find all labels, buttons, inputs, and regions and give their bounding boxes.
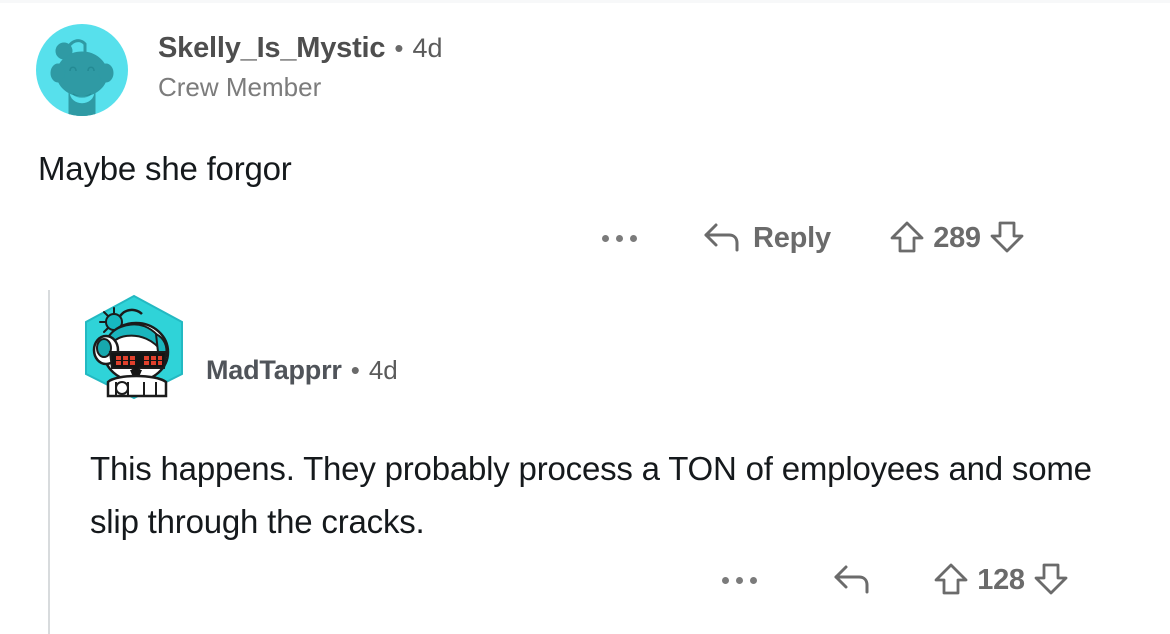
- downvote-button[interactable]: [987, 217, 1027, 260]
- comment-thread-page: Skelly_Is_Mystic • 4d Crew Member Maybe …: [0, 0, 1170, 634]
- more-options-icon[interactable]: [712, 569, 767, 592]
- author-flair: Crew Member: [158, 72, 322, 102]
- reply-button[interactable]: Reply: [693, 214, 841, 263]
- downvote-button[interactable]: [1031, 559, 1071, 602]
- upvote-button[interactable]: [931, 559, 971, 602]
- reply-author-username[interactable]: MadTapprr: [206, 355, 342, 386]
- root-comment-body: Maybe she forgor: [38, 150, 292, 187]
- thread-collapse-line[interactable]: [48, 290, 50, 634]
- robot-snoo-avatar[interactable]: [78, 290, 190, 402]
- vote-count: 289: [933, 222, 981, 254]
- nested-reply-meta: MadTapprr • 4d: [206, 355, 398, 386]
- comment-timestamp: 4d: [412, 33, 443, 63]
- vote-group: 289: [887, 217, 1027, 260]
- downvote-arrow-icon: [987, 217, 1027, 260]
- top-divider: [0, 0, 1170, 3]
- root-comment-actions: Reply 289: [592, 214, 1027, 263]
- reply-meta-separator: •: [350, 354, 360, 385]
- more-options-icon[interactable]: [592, 227, 647, 250]
- meta-separator: •: [394, 33, 404, 63]
- nested-reply-header: MadTapprr • 4d: [78, 290, 398, 402]
- reply-button-label: Reply: [753, 222, 831, 254]
- reply-arrow-icon: [833, 562, 871, 599]
- author-line: Skelly_Is_Mystic • 4d: [158, 32, 443, 65]
- vote-count: 128: [977, 564, 1025, 596]
- author-username[interactable]: Skelly_Is_Mystic: [158, 32, 386, 65]
- reply-button[interactable]: [823, 556, 893, 605]
- upvote-arrow-icon: [931, 559, 971, 602]
- root-comment-header: Skelly_Is_Mystic • 4d Crew Member: [36, 24, 443, 116]
- vote-group: 128: [931, 559, 1071, 602]
- reply-arrow-icon: [703, 220, 741, 257]
- reply-timestamp: 4d: [368, 354, 398, 385]
- downvote-arrow-icon: [1031, 559, 1071, 602]
- upvote-button[interactable]: [887, 217, 927, 260]
- nested-reply-actions: 128: [712, 556, 1071, 605]
- nested-reply-body: This happens. They probably process a TO…: [90, 450, 1092, 541]
- root-comment-meta: Skelly_Is_Mystic • 4d Crew Member: [158, 24, 443, 103]
- snoo-avatar[interactable]: [36, 24, 128, 116]
- upvote-arrow-icon: [887, 217, 927, 260]
